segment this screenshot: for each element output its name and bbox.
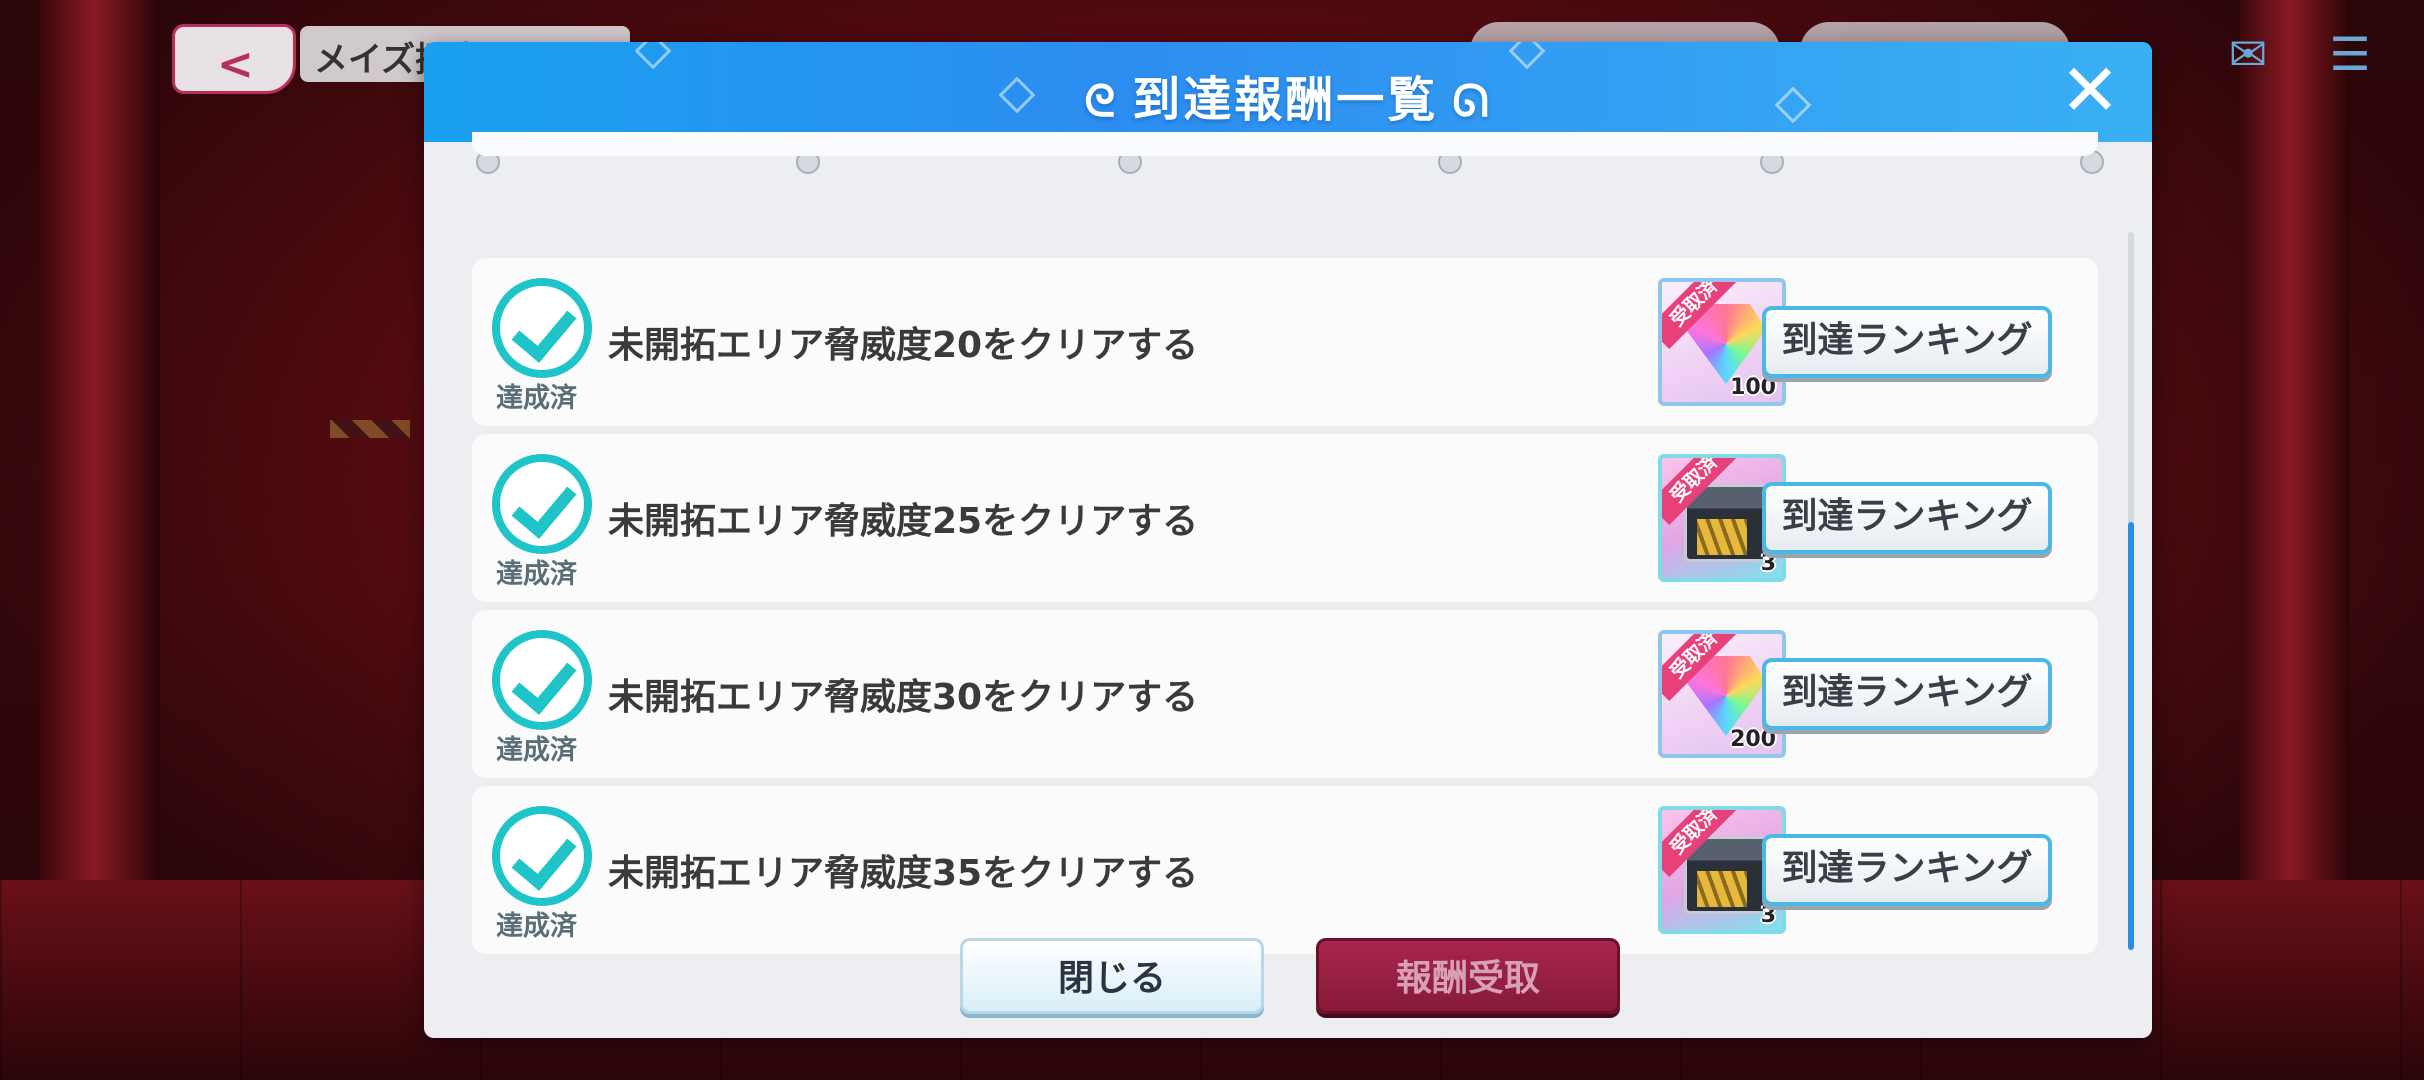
mail-icon[interactable]: ✉ xyxy=(2218,24,2278,84)
list-item: 達成済 未開拓エリア脅威度30をクリアする 受取済 200 到達ランキング xyxy=(472,610,2098,778)
ranking-button[interactable]: 到達ランキング xyxy=(1762,834,2052,906)
status-label: 達成済 xyxy=(496,383,577,414)
reward-quantity: 200 xyxy=(1730,727,1776,752)
check-icon xyxy=(492,454,592,554)
mission-text: 未開拓エリア脅威度20をクリアする xyxy=(608,325,1199,366)
close-icon[interactable]: ✕ xyxy=(2058,54,2122,126)
check-icon xyxy=(492,806,592,906)
reward-quantity: 100 xyxy=(1730,375,1776,400)
scrollbar[interactable] xyxy=(2128,232,2134,950)
hazard-stripe xyxy=(330,420,410,438)
wing-left-icon: ᘓ xyxy=(1084,76,1119,127)
list-item-partial xyxy=(472,132,2098,156)
list-item: 達成済 未開拓エリア脅威度20をクリアする 受取済 100 到達ランキング xyxy=(472,258,2098,426)
list-item: 達成済 未開拓エリア脅威度25をクリアする 受取済 3 到達ランキング xyxy=(472,434,2098,602)
check-icon xyxy=(492,630,592,730)
close-button[interactable]: 閉じる xyxy=(960,938,1264,1014)
chevron-left-icon: < xyxy=(217,39,254,90)
dialog-header: ᘓ 到達報酬一覧 ᘏ ✕ xyxy=(424,42,2152,142)
status-label: 達成済 xyxy=(496,559,577,590)
list-item: 達成済 未開拓エリア脅威度35をクリアする 受取済 3 到達ランキング xyxy=(472,786,2098,954)
menu-icon[interactable]: ☰ xyxy=(2320,24,2380,84)
status-label: 達成済 xyxy=(496,735,577,766)
dialog-title-text: 到達報酬一覧 xyxy=(1132,72,1439,128)
scrollbar-thumb[interactable] xyxy=(2128,522,2134,950)
ranking-button[interactable]: 到達ランキング xyxy=(1762,306,2052,378)
ranking-button[interactable]: 到達ランキング xyxy=(1762,482,2052,554)
reward-list[interactable]: 達成済 未開拓エリア脅威度20をクリアする 受取済 100 到達ランキング 達成… xyxy=(472,132,2098,954)
dialog-title: ᘓ 到達報酬一覧 ᘏ xyxy=(424,60,2152,130)
ranking-button[interactable]: 到達ランキング xyxy=(1762,658,2052,730)
reward-quantity: 3 xyxy=(1760,903,1776,928)
mission-text: 未開拓エリア脅威度25をクリアする xyxy=(608,501,1199,542)
mission-text: 未開拓エリア脅威度30をクリアする xyxy=(608,677,1199,718)
reward-quantity: 3 xyxy=(1760,551,1776,576)
mission-text: 未開拓エリア脅威度35をクリアする xyxy=(608,853,1199,894)
status-label: 達成済 xyxy=(496,911,577,942)
receive-rewards-button[interactable]: 報酬受取 xyxy=(1316,938,1620,1014)
reward-list-dialog: ᘓ 到達報酬一覧 ᘏ ✕ 達成済 未開拓エリア脅威度20をクリアする 受取済 100… xyxy=(424,42,2152,1038)
wing-right-icon: ᘏ xyxy=(1452,76,1492,127)
back-button[interactable]: < xyxy=(172,24,296,94)
check-icon xyxy=(492,278,592,378)
